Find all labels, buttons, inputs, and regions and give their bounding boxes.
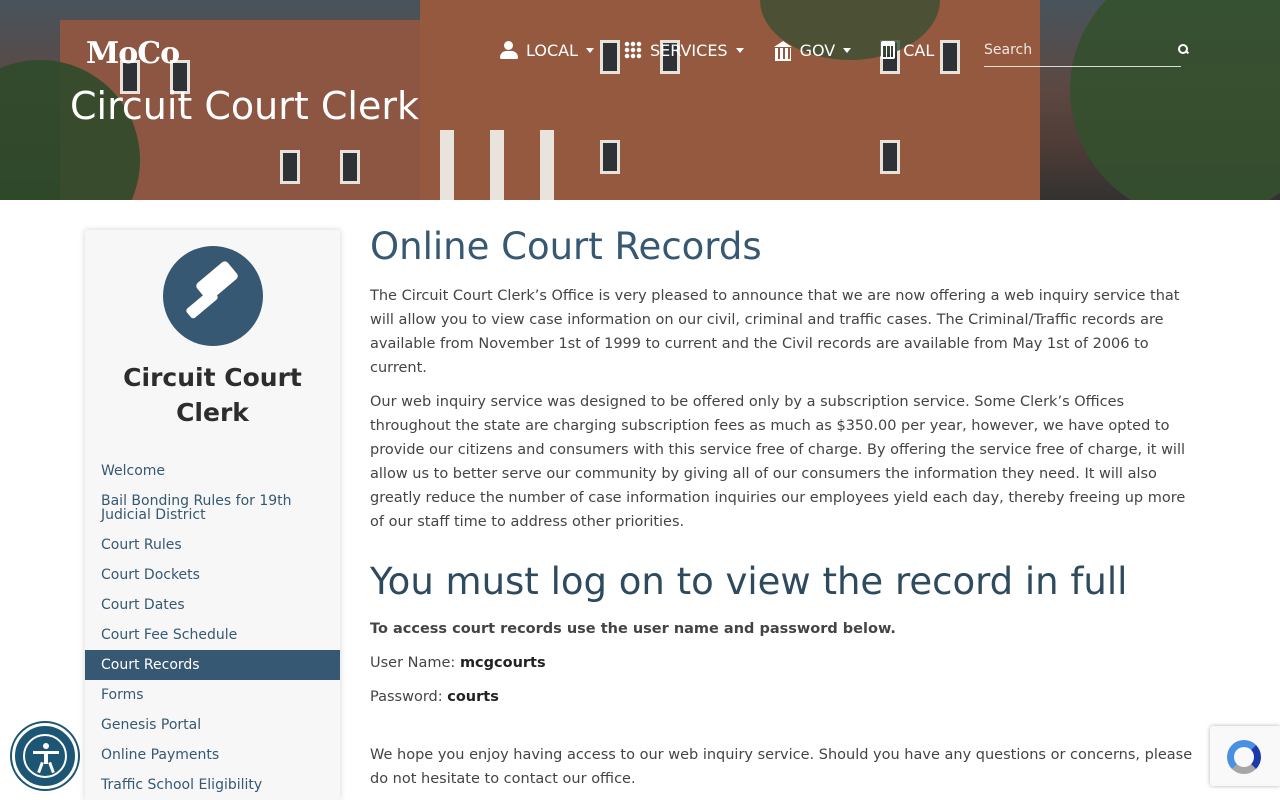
accessibility-icon-leg (48, 761, 55, 774)
password-value: courts (447, 689, 499, 705)
nav-cal-label: CAL (903, 40, 935, 60)
site-logo[interactable]: MoCo (86, 36, 180, 71)
sidebar-item-welcome[interactable]: Welcome (85, 456, 340, 486)
username-line: User Name: mcgcourts (370, 651, 1200, 675)
sidebar-item-court-records[interactable]: Court Records (85, 650, 340, 680)
sidebar-item-bail-bonding-rules[interactable]: Bail Bonding Rules for 19th Judicial Dis… (85, 486, 340, 530)
nav-services-label: SERVICES (649, 40, 728, 60)
username-value: mcgcourts (459, 655, 546, 671)
hero-tree (1070, 0, 1280, 200)
hero-building-center (420, 0, 1040, 200)
nav-local[interactable]: LOCAL (500, 36, 594, 64)
password-label: Password: (370, 689, 443, 705)
hero-window (880, 140, 900, 174)
access-note: To access court records use the user nam… (370, 621, 896, 637)
search-box (984, 36, 1188, 67)
sidebar-item-genesis-portal[interactable]: Genesis Portal (85, 710, 340, 740)
sidebar-item-court-fee-schedule[interactable]: Court Fee Schedule (85, 620, 340, 650)
accessibility-icon-head (43, 743, 49, 749)
sidebar-item-traffic-school-eligibility[interactable]: Traffic School Eligibility (85, 770, 340, 800)
sidebar-item-forms[interactable]: Forms (85, 680, 340, 710)
recaptcha-icon (1227, 740, 1261, 774)
sidebar-nav: Welcome Bail Bonding Rules for 19th Judi… (85, 456, 340, 800)
nav-gov-label: GOV (799, 40, 836, 60)
calendar-icon (881, 41, 896, 59)
accessibility-icon (23, 734, 67, 778)
sidebar-item-court-dockets[interactable]: Court Dockets (85, 560, 340, 590)
chevron-down-icon (843, 47, 852, 53)
main-content: Online Court Records The Circuit Court C… (370, 225, 1200, 791)
user-icon (500, 41, 518, 59)
subscription-paragraph: Our web inquiry service was designed to … (370, 394, 1186, 530)
sidebar-item-court-rules[interactable]: Court Rules (85, 530, 340, 560)
username-label: User Name: (370, 655, 456, 671)
closing-paragraph: We hope you enjoy having access to our w… (370, 747, 1193, 787)
hero-column (440, 130, 454, 200)
sidebar-item-court-dates[interactable]: Court Dates (85, 590, 340, 620)
government-building-icon (773, 41, 792, 61)
sidebar-title: Circuit Court Clerk (123, 363, 302, 427)
search-icon[interactable] (1178, 44, 1189, 55)
hero-window (600, 140, 620, 174)
hero-window (340, 150, 360, 184)
hero-column (540, 130, 554, 200)
grid-icon (623, 41, 642, 59)
recaptcha-badge[interactable] (1210, 726, 1280, 786)
hero-window (280, 150, 300, 184)
password-line: Password: courts (370, 685, 1200, 709)
hero-column (490, 130, 504, 200)
page-title: Online Court Records (370, 225, 762, 268)
accessibility-button[interactable] (12, 723, 78, 789)
nav-gov[interactable]: GOV (773, 36, 852, 64)
accessibility-icon-leg (37, 761, 44, 774)
login-heading: You must log on to view the record in fu… (370, 560, 1128, 603)
chevron-down-icon (735, 47, 744, 53)
search-input[interactable] (984, 36, 1154, 64)
nav-local-label: LOCAL (526, 40, 578, 60)
site-title: Circuit Court Clerk (70, 84, 419, 128)
sidebar-item-online-payments[interactable]: Online Payments (85, 740, 340, 770)
intro-paragraph: The Circuit Court Clerk’s Office is very… (370, 288, 1180, 376)
sidebar: Circuit Court Clerk Welcome Bail Bonding… (85, 230, 340, 800)
nav-services[interactable]: SERVICES (623, 36, 744, 64)
main-nav: LOCAL SERVICES GOV CAL (500, 36, 964, 64)
nav-cal[interactable]: CAL (881, 36, 934, 64)
sidebar-badge (163, 246, 263, 346)
chevron-down-icon (585, 47, 594, 53)
